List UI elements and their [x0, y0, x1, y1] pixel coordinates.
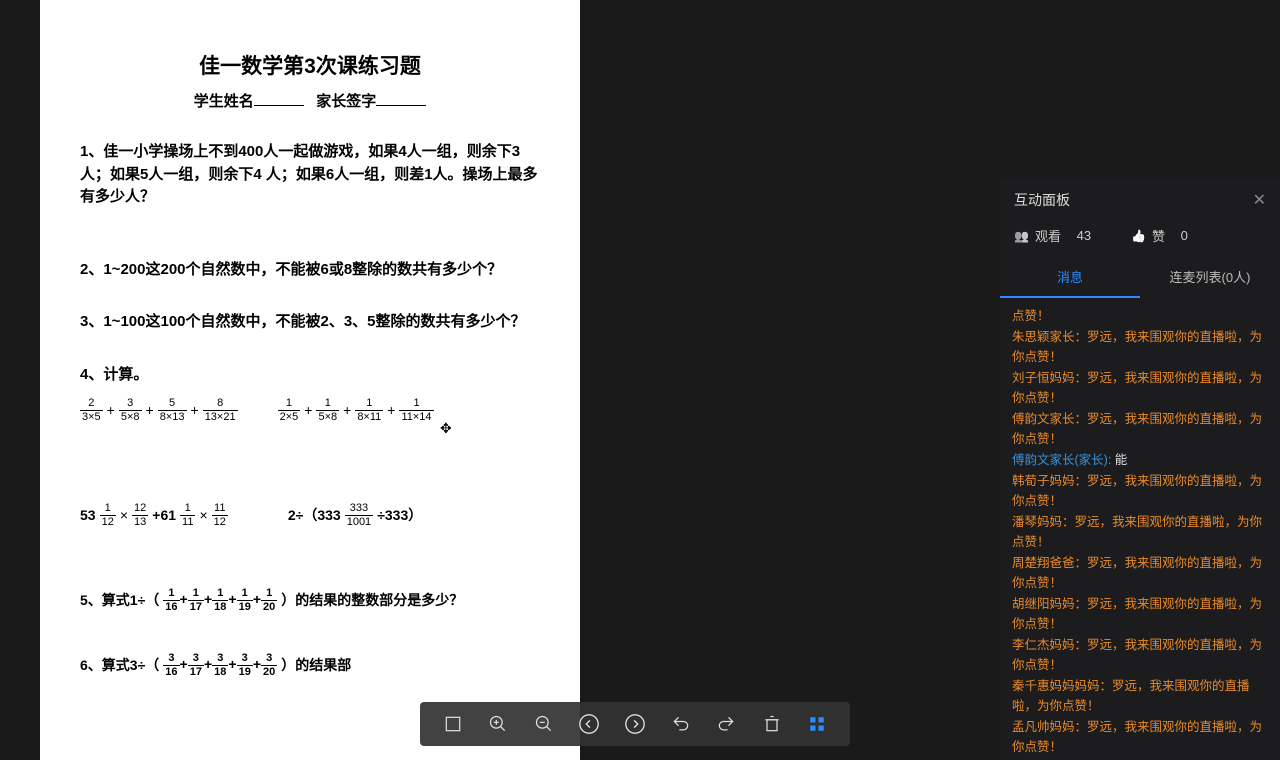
tab-mic-list[interactable]: 连麦列表(0人)	[1140, 257, 1280, 298]
chat-message: 潘琴妈妈：罗远，我来围观你的直播啦，为你点赞！	[1012, 512, 1268, 552]
question-4: 4、计算。 23×5+35×8+58×13+813×21 12×5+15×8+1…	[80, 364, 540, 529]
chat-message: 李仁杰妈妈：罗远，我来围观你的直播啦，为你点赞！	[1012, 635, 1268, 675]
chat-message: 韩荀子妈妈：罗远，我来围观你的直播啦，为你点赞！	[1012, 471, 1268, 511]
question-5: 5、算式1÷（ 116+117+118+119+120 ）的结果的整数部分是多少…	[80, 588, 540, 613]
q4-expr-a: 23×5+35×8+58×13+813×21	[80, 398, 238, 423]
message-list[interactable]: 点赞！朱思颖家长：罗远，我来围观你的直播啦，为你点赞！刘子恒妈妈：罗远，我来围观…	[1000, 298, 1280, 760]
chat-message: 朱思颖家长：罗远，我来围观你的直播啦，为你点赞！	[1012, 327, 1268, 367]
question-3: 3、1~100这100个自然数中，不能被2、3、5整除的数共有多少个？	[80, 311, 540, 334]
chat-message: 傅韵文家长(家长): 能	[1012, 450, 1268, 470]
parent-label: 家长签字	[316, 93, 376, 110]
chat-message: 周楚翔爸爸：罗远，我来围观你的直播啦，为你点赞！	[1012, 553, 1268, 593]
chat-message: 傅韵文家长：罗远，我来围观你的直播啦，为你点赞！	[1012, 409, 1268, 449]
move-cursor-icon: ✥	[440, 420, 452, 437]
viewer-toolbar	[420, 702, 850, 746]
interaction-panel: 互动面板 ✕ 观看 43 赞 0 消息 连麦列表(0人) 点赞！朱思颖家长：罗远…	[1000, 180, 1280, 760]
document-viewer[interactable]: 佳一数学第3次课练习题 学生姓名 家长签字 1、佳一小学操场上不到400人一起做…	[40, 0, 580, 760]
doc-title: 佳一数学第3次课练习题	[80, 50, 540, 80]
people-icon	[1014, 228, 1029, 243]
question-6: 6、算式3÷（ 316+317+318+319+320 ）的结果部	[80, 653, 540, 678]
zoom-out-icon[interactable]	[530, 710, 558, 738]
redo-icon[interactable]	[712, 710, 740, 738]
chat-message: 点赞！	[1012, 306, 1268, 326]
next-page-icon[interactable]	[621, 710, 649, 738]
chat-message: 秦千惠妈妈妈妈：罗远，我来围观你的直播啦，为你点赞！	[1012, 676, 1268, 716]
undo-icon[interactable]	[667, 710, 695, 738]
crop-icon[interactable]	[439, 710, 467, 738]
prev-page-icon[interactable]	[575, 710, 603, 738]
question-2: 2、1~200这200个自然数中，不能被6或8整除的数共有多少个？	[80, 259, 540, 282]
grid-apps-icon[interactable]	[803, 710, 831, 738]
panel-title: 互动面板	[1014, 190, 1070, 210]
q4-expr-d: 2÷（333 3331001 ÷333）	[288, 503, 422, 528]
student-label: 学生姓名	[194, 93, 254, 110]
zoom-in-icon[interactable]	[484, 710, 512, 738]
chat-message: 孟凡帅妈妈：罗远，我来围观你的直播啦，为你点赞！	[1012, 717, 1268, 757]
doc-subtitle: 学生姓名 家长签字	[80, 90, 540, 111]
thumb-icon	[1131, 228, 1146, 243]
like-count[interactable]: 赞 0	[1131, 226, 1188, 245]
q4-expr-c: 53 112 × 1213 +61 111 × 1112	[80, 503, 228, 528]
question-1: 1、佳一小学操场上不到400人一起做游戏，如果4人一组，则余下3人；如果5人一组…	[80, 141, 540, 209]
chat-message: 刘子恒妈妈：罗远，我来围观你的直播啦，为你点赞！	[1012, 368, 1268, 408]
close-panel-button[interactable]: ✕	[1253, 190, 1266, 210]
delete-icon[interactable]	[758, 710, 786, 738]
chat-message: 胡继阳妈妈：罗远，我来围观你的直播啦，为你点赞！	[1012, 594, 1268, 634]
watch-count: 观看 43	[1014, 226, 1091, 245]
q4-expr-b: 12×5+15×8+18×11+111×14	[278, 398, 434, 423]
tab-messages[interactable]: 消息	[1000, 257, 1140, 298]
